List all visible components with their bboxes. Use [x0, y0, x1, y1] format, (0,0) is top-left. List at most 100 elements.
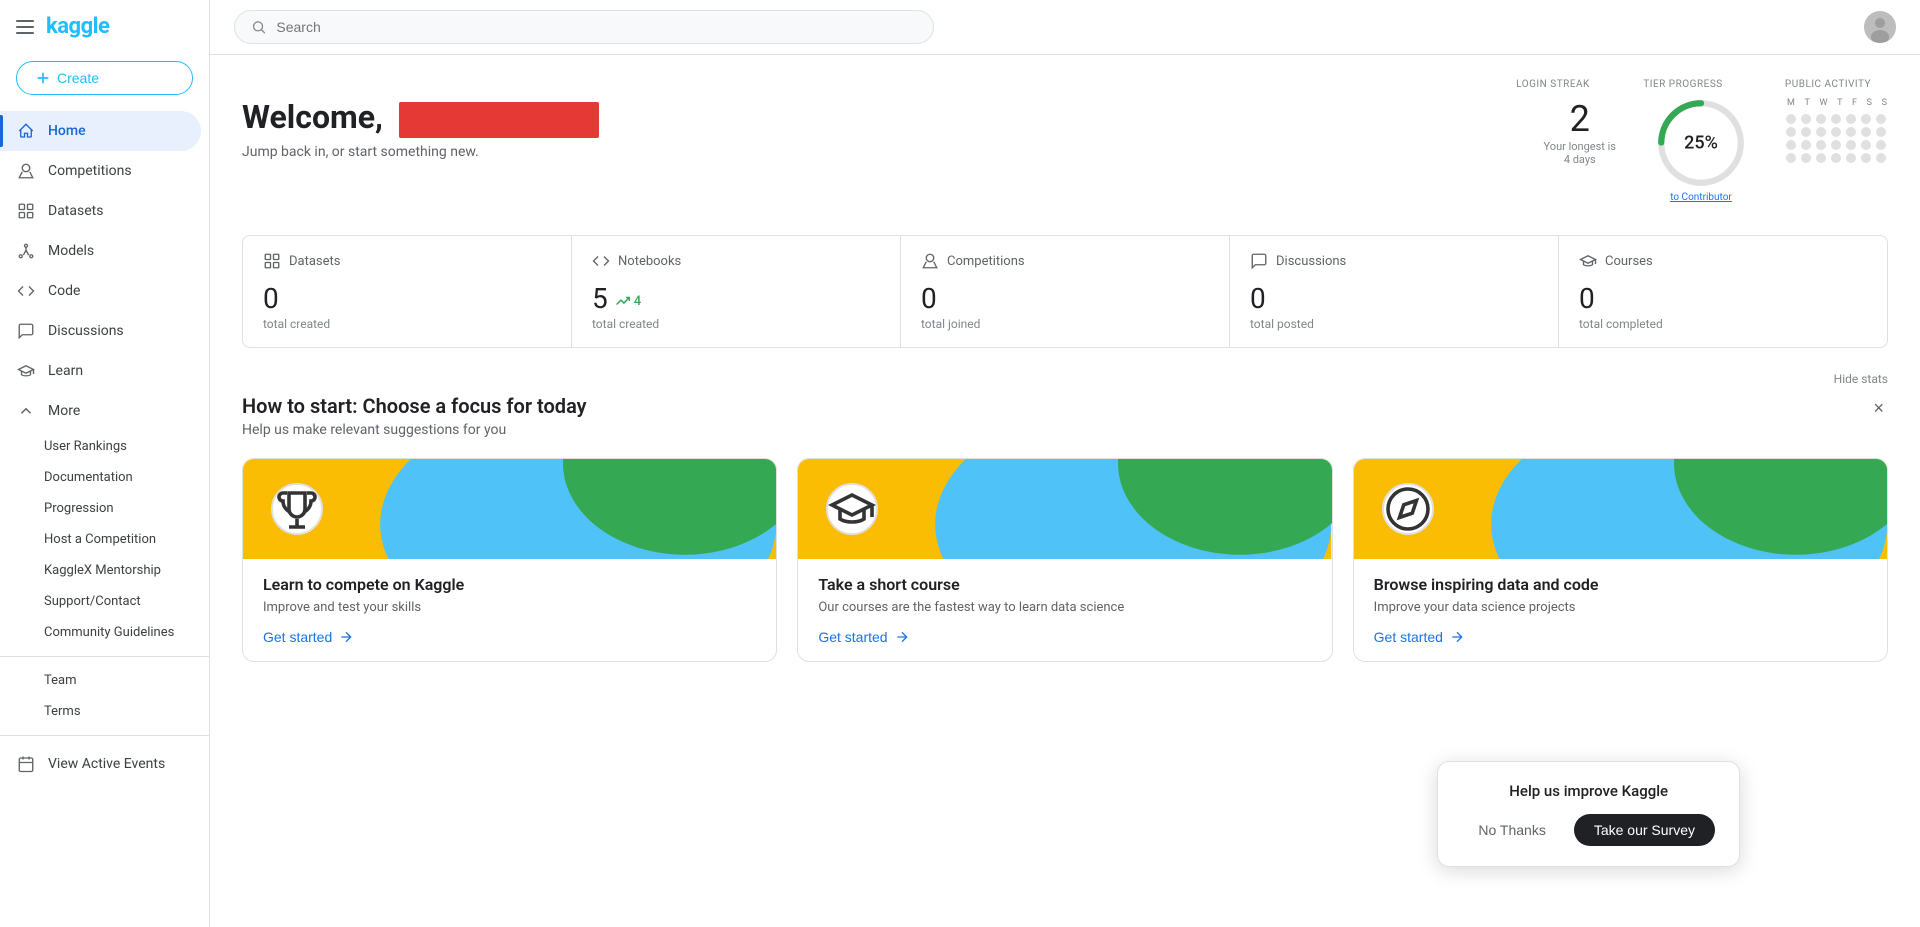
cards-row: Learn to compete on Kaggle Improve and t… [242, 458, 1888, 662]
sidebar-sub-user-rankings[interactable]: User Rankings [0, 431, 209, 462]
card-course-cta[interactable]: Get started [818, 629, 909, 645]
activity-dot [1846, 127, 1856, 137]
models-nav-icon [16, 241, 36, 261]
activity-dot [1816, 114, 1826, 124]
graduation-icon [1579, 252, 1597, 270]
take-survey-button[interactable]: Take our Survey [1574, 814, 1715, 846]
activity-dot [1876, 153, 1886, 163]
how-to-start-subtitle: Help us make relevant suggestions for yo… [242, 422, 1888, 438]
search-input[interactable] [276, 19, 917, 35]
stat-card-notebooks: Notebooks 5 4 total created [572, 236, 901, 347]
arrow-right-icon [338, 629, 354, 645]
streak-subtext2: 4 days [1544, 153, 1616, 166]
calendar-icon [16, 754, 36, 774]
discussions-icon [1250, 252, 1268, 270]
activity-dot [1801, 114, 1811, 124]
activity-dot [1786, 127, 1796, 137]
card-compete[interactable]: Learn to compete on Kaggle Improve and t… [242, 458, 777, 662]
no-thanks-button[interactable]: No Thanks [1462, 814, 1561, 846]
competitions-nav-icon [16, 161, 36, 181]
activity-dot [1816, 153, 1826, 163]
sidebar-item-learn[interactable]: Learn [0, 351, 201, 391]
home-icon [16, 121, 36, 141]
activity-dot [1876, 114, 1886, 124]
stat-card-discussions-header: Discussions [1250, 252, 1538, 270]
sidebar-item-more[interactable]: More [0, 391, 201, 431]
compass-circle-icon [1382, 483, 1434, 535]
public-activity-widget: M T W T F S S [1786, 98, 1888, 163]
hamburger-icon[interactable] [16, 20, 34, 34]
card-course-body: Take a short course Our courses are the … [798, 559, 1331, 661]
sidebar-sub-guidelines[interactable]: Community Guidelines [0, 617, 209, 648]
card-compete-desc: Improve and test your skills [263, 600, 756, 615]
card-course[interactable]: Take a short course Our courses are the … [797, 458, 1332, 662]
donut-chart: 25% [1656, 98, 1746, 188]
activity-day-labels: M T W T F S S [1786, 98, 1888, 108]
card-compete-title: Learn to compete on Kaggle [263, 575, 756, 594]
login-streak-label: LOGIN STREAK [1508, 79, 1598, 90]
notebooks-badge: 4 [616, 294, 641, 309]
sidebar-item-datasets[interactable]: Datasets [0, 191, 201, 231]
sidebar-team[interactable]: Team [0, 665, 209, 696]
card-browse-desc: Improve your data science projects [1374, 600, 1867, 615]
sidebar-view-active-events[interactable]: View Active Events [0, 744, 201, 784]
survey-buttons: No Thanks Take our Survey [1462, 814, 1715, 846]
avatar[interactable] [1864, 11, 1896, 43]
card-compete-banner [243, 459, 776, 559]
card-browse-cta[interactable]: Get started [1374, 629, 1465, 645]
activity-dot [1786, 114, 1796, 124]
donut-label: 25% [1684, 133, 1718, 154]
tier-progress-link[interactable]: to Contributor [1656, 192, 1746, 203]
sidebar-item-discussions[interactable]: Discussions [0, 311, 201, 351]
welcome-subtitle: Jump back in, or start something new. [242, 144, 599, 160]
how-to-start-section: How to start: Choose a focus for today H… [242, 394, 1888, 662]
datasets-nav-icon [16, 201, 36, 221]
notebooks-icon [592, 252, 610, 270]
discussions-nav-icon [16, 321, 36, 341]
sidebar-item-models[interactable]: Models [0, 231, 201, 271]
tier-progress-widget: 25% to Contributor [1656, 98, 1746, 203]
activity-dot [1831, 140, 1841, 150]
card-browse[interactable]: Browse inspiring data and code Improve y… [1353, 458, 1888, 662]
sidebar-sub-support[interactable]: Support/Contact [0, 586, 209, 617]
datasets-icon [263, 252, 281, 270]
card-course-desc: Our courses are the fastest way to learn… [818, 600, 1311, 615]
search-icon [251, 19, 266, 35]
sidebar-item-home[interactable]: Home [0, 111, 201, 151]
activity-grid [1786, 114, 1888, 163]
activity-dot [1801, 127, 1811, 137]
hide-stats-link[interactable]: Hide stats [242, 372, 1888, 386]
sidebar-header: kaggle [0, 0, 209, 53]
kaggle-logo[interactable]: kaggle [46, 14, 109, 39]
sidebar-sub-kaggleX[interactable]: KaggleX Mentorship [0, 555, 209, 586]
activity-dot [1801, 153, 1811, 163]
activity-dot [1846, 114, 1856, 124]
sidebar-sub-host-competition[interactable]: Host a Competition [0, 524, 209, 555]
card-compete-cta[interactable]: Get started [263, 629, 354, 645]
sidebar: kaggle Create Home Competitions Datasets… [0, 0, 210, 927]
trophy-icon [921, 252, 939, 270]
search-box[interactable] [234, 10, 934, 44]
login-streak-widget: 2 Your longest is 4 days [1544, 98, 1616, 166]
tier-progress-label: TIER PROGRESS [1638, 79, 1728, 90]
create-button[interactable]: Create [16, 61, 193, 95]
stat-card-datasets-header: Datasets [263, 252, 551, 270]
activity-dot [1831, 127, 1841, 137]
welcome-heading: Welcome, [242, 98, 599, 138]
card-browse-body: Browse inspiring data and code Improve y… [1354, 559, 1887, 661]
section-stats: Datasets 0 total created Notebooks 5 4 [242, 235, 1888, 348]
sidebar-terms[interactable]: Terms [0, 696, 209, 727]
card-course-banner [798, 459, 1331, 559]
stat-card-competitions-header: Competitions [921, 252, 1209, 270]
welcome-section: Welcome, Jump back in, or start somethin… [242, 98, 1888, 203]
stats-bar: LOGIN STREAK TIER PROGRESS PUBLIC ACTIVI… [242, 79, 1888, 90]
arrow-right-icon [894, 629, 910, 645]
sidebar-item-code[interactable]: Code [0, 271, 201, 311]
sidebar-item-competitions[interactable]: Competitions [0, 151, 201, 191]
sidebar-sub-documentation[interactable]: Documentation [0, 462, 209, 493]
sidebar-sub-progression[interactable]: Progression [0, 493, 209, 524]
trophy-circle-icon [271, 483, 323, 535]
avatar-image [1864, 11, 1896, 43]
close-how-to-start[interactable]: × [1869, 394, 1888, 423]
activity-dot [1846, 153, 1856, 163]
